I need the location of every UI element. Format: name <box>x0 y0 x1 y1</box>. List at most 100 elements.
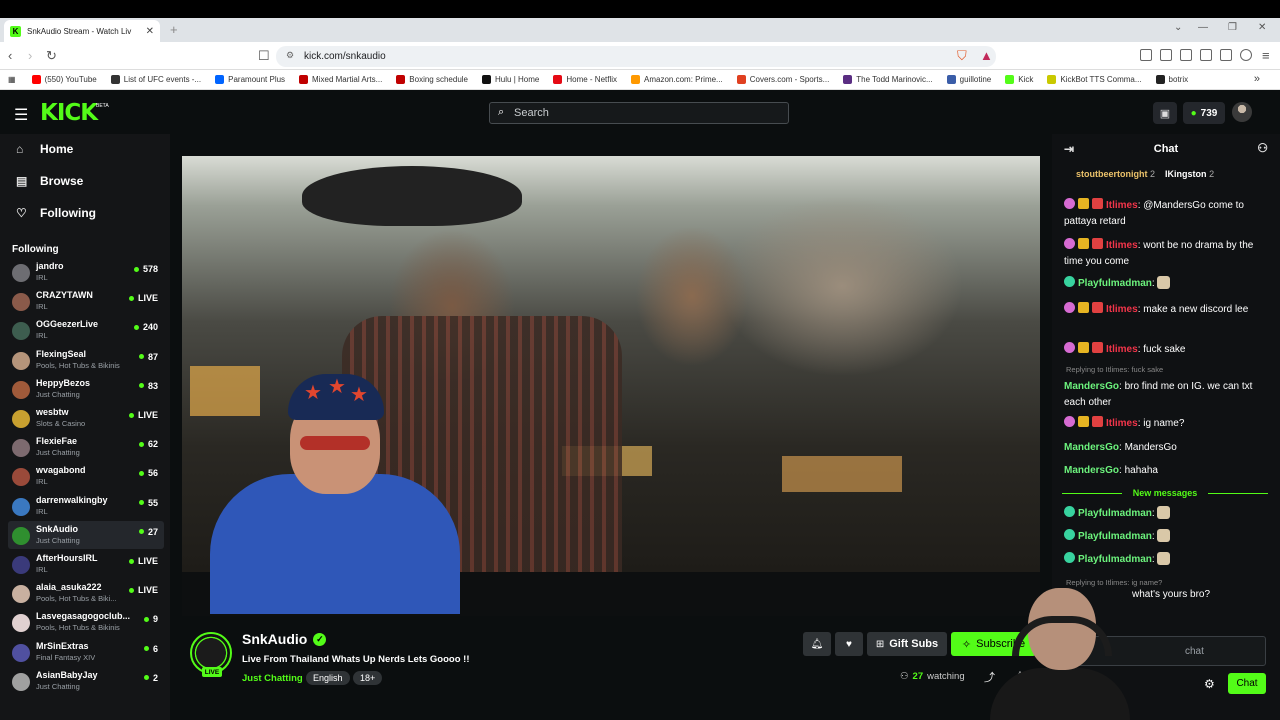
top-gifter-name-2[interactable]: IKingston <box>1165 169 1207 179</box>
chat-username[interactable]: Itlimes <box>1106 240 1138 251</box>
gift-subs-button[interactable]: ⊞ Gift Subs <box>867 632 947 656</box>
nav-following[interactable]: ♡ Following <box>16 206 96 220</box>
chat-username[interactable]: MandersGo <box>1064 381 1119 392</box>
chat-message[interactable]: Itlimes: @MandersGo come to pattaya reta… <box>1064 198 1274 230</box>
chat-message[interactable]: Playfulmadman: <box>1064 276 1274 292</box>
nav-browse[interactable]: ▤ Browse <box>16 174 83 188</box>
following-item[interactable]: SnkAudio Just Chatting 27 <box>8 520 164 549</box>
notification-bell-icon[interactable]: 🔔︎ <box>803 632 831 656</box>
url-field[interactable]: ⚙ kick.com/snkaudio <box>276 46 996 67</box>
following-item[interactable]: FlexieFae Just Chatting 62 <box>8 433 164 461</box>
chat-message[interactable]: MandersGo: hahaha <box>1064 463 1274 479</box>
bookmark-item[interactable]: The Todd Marinovic... <box>843 75 933 84</box>
nav-home[interactable]: ⌂ Home <box>16 142 73 156</box>
following-item[interactable]: HeppyBezos Just Chatting 83 <box>8 375 164 403</box>
following-item[interactable]: OGGeezerLive IRL 240 <box>8 316 164 344</box>
bookmark-item[interactable]: Mixed Martial Arts... <box>299 75 382 84</box>
channel-name[interactable]: SnkAudio ✓ <box>242 631 327 647</box>
bookmark-item[interactable]: Hulu | Home <box>482 75 539 84</box>
bookmark-item[interactable]: Covers.com - Sports... <box>736 75 829 84</box>
browser-menu-icon[interactable]: ≡ <box>1262 48 1270 63</box>
following-item[interactable]: AsianBabyJay Just Chatting 2 <box>8 667 164 695</box>
bookmark-item[interactable]: Home - Netflix <box>553 75 617 84</box>
bookmark-item[interactable]: guillotine <box>946 75 991 84</box>
following-item[interactable]: wvagabond IRL 56 <box>8 462 164 490</box>
new-tab-icon[interactable]: + <box>170 22 178 37</box>
bookmark-page-icon[interactable]: ☐ <box>258 48 270 64</box>
apps-icon[interactable]: ▦ <box>8 75 16 84</box>
chat-message[interactable]: MandersGo: MandersGo <box>1064 440 1274 456</box>
site-info-icon[interactable]: ⚙ <box>286 50 294 61</box>
follow-heart-icon[interactable]: ♥ <box>835 632 863 656</box>
following-item[interactable]: MrSinExtras Final Fantasy XIV 6 <box>8 638 164 666</box>
back-icon[interactable]: ‹ <box>8 48 12 63</box>
wallet-icon[interactable] <box>1200 49 1212 61</box>
bookmark-item[interactable]: Kick <box>1005 75 1033 84</box>
brave-rewards-icon[interactable]: ▲ <box>980 48 993 63</box>
search-input[interactable]: ⌕ Search <box>489 102 789 124</box>
close-tab-icon[interactable]: ✕ <box>146 26 154 37</box>
minimize-icon[interactable]: — <box>1198 22 1208 33</box>
maximize-icon[interactable]: ❐ <box>1228 22 1237 33</box>
following-item[interactable]: jandro IRL 578 <box>8 258 164 286</box>
following-item[interactable]: FlexingSeal Pools, Hot Tubs & Bikinis 87 <box>8 346 164 374</box>
reload-icon[interactable]: ↻ <box>46 48 57 64</box>
chat-username[interactable]: Playfulmadman <box>1078 508 1152 519</box>
tab-search-icon[interactable]: ⌄ <box>1174 22 1182 33</box>
chat-username[interactable]: Itlimes <box>1106 200 1138 211</box>
chat-message[interactable]: Itlimes: make a new discord lee <box>1064 302 1274 318</box>
chat-message[interactable]: Itlimes: fuck sake <box>1064 342 1274 358</box>
following-item[interactable]: CRAZYTAWN IRL LIVE <box>8 287 164 315</box>
leo-ai-icon[interactable] <box>1220 49 1232 61</box>
top-gifter-name[interactable]: stoutbeertonight <box>1076 169 1148 179</box>
bookmark-item[interactable]: KickBot TTS Comma... <box>1047 75 1142 84</box>
following-item[interactable]: Lasvegasagogoclub... Pools, Hot Tubs & Bi… <box>8 608 164 636</box>
chat-message[interactable]: Itlimes: wont be no drama by the time yo… <box>1064 238 1274 270</box>
hamburger-menu-icon[interactable]: ☰ <box>14 105 28 125</box>
chat-message[interactable]: Playfulmadman: <box>1064 529 1274 545</box>
chat-username[interactable]: Itlimes <box>1106 418 1138 429</box>
stream-category[interactable]: Just Chatting <box>242 673 303 684</box>
vpn-icon[interactable] <box>1240 49 1252 61</box>
tag-language[interactable]: English <box>306 671 350 685</box>
media-icon[interactable] <box>1160 49 1172 61</box>
following-item[interactable]: AfterHoursIRL IRL LIVE <box>8 550 164 578</box>
following-item[interactable]: wesbtw Slots & Casino LIVE <box>8 404 164 432</box>
user-avatar[interactable] <box>1232 102 1252 122</box>
sidebar-icon[interactable] <box>1180 49 1192 61</box>
window-close-icon[interactable]: ✕ <box>1258 22 1266 33</box>
chat-send-button[interactable]: Chat <box>1228 673 1266 694</box>
chat-message[interactable]: MandersGo: bro find me on IG. we can txt… <box>1064 379 1274 411</box>
chat-username[interactable]: MandersGo <box>1064 442 1119 453</box>
chat-username[interactable]: Itlimes <box>1106 344 1138 355</box>
new-messages-divider[interactable]: New messages <box>1062 488 1268 498</box>
chat-username[interactable]: Playfulmadman <box>1078 554 1152 565</box>
collapse-chat-icon[interactable]: ⇥ <box>1064 142 1074 156</box>
chat-username[interactable]: MandersGo <box>1064 465 1119 476</box>
brave-shield-icon[interactable]: ⛉ <box>957 48 967 64</box>
extensions-icon[interactable] <box>1140 49 1152 61</box>
points-button[interactable]: ● 739 <box>1183 102 1225 124</box>
chat-settings-icon[interactable]: ⚙ <box>1204 677 1215 691</box>
chat-users-icon[interactable]: ⚇ <box>1257 141 1268 155</box>
browser-tab[interactable]: K SnkAudio Stream - Watch Liv ✕ <box>4 20 160 42</box>
bookmark-item[interactable]: botrix <box>1155 75 1188 84</box>
chat-message[interactable]: Itlimes: ig name? <box>1064 416 1274 432</box>
forward-icon[interactable]: › <box>28 48 32 63</box>
chat-username[interactable]: Playfulmadman <box>1078 278 1152 289</box>
chat-username[interactable]: Itlimes <box>1106 304 1138 315</box>
tag-age[interactable]: 18+ <box>353 671 383 685</box>
following-item[interactable]: darrenwalkingby IRL 55 <box>8 492 164 520</box>
chat-message[interactable]: Playfulmadman: <box>1064 506 1274 522</box>
chat-message[interactable]: Playfulmadman: <box>1064 552 1274 568</box>
layout-toggle-icon[interactable]: ▣ <box>1153 102 1177 124</box>
bookmark-item[interactable]: (550) YouTube <box>31 75 97 84</box>
bookmark-item[interactable]: Paramount Plus <box>215 75 285 84</box>
bookmark-item[interactable]: Amazon.com: Prime... <box>631 75 723 84</box>
bookmark-item[interactable]: List of UFC events -... <box>110 75 201 84</box>
chat-username[interactable]: Playfulmadman <box>1078 531 1152 542</box>
bookmark-item[interactable]: Boxing schedule <box>396 75 468 84</box>
more-bookmarks-icon[interactable]: » <box>1254 73 1260 85</box>
following-item[interactable]: alaia_asuka222 Pools, Hot Tubs & Biki... L… <box>8 579 164 607</box>
kick-logo[interactable]: KICK <box>40 100 98 126</box>
